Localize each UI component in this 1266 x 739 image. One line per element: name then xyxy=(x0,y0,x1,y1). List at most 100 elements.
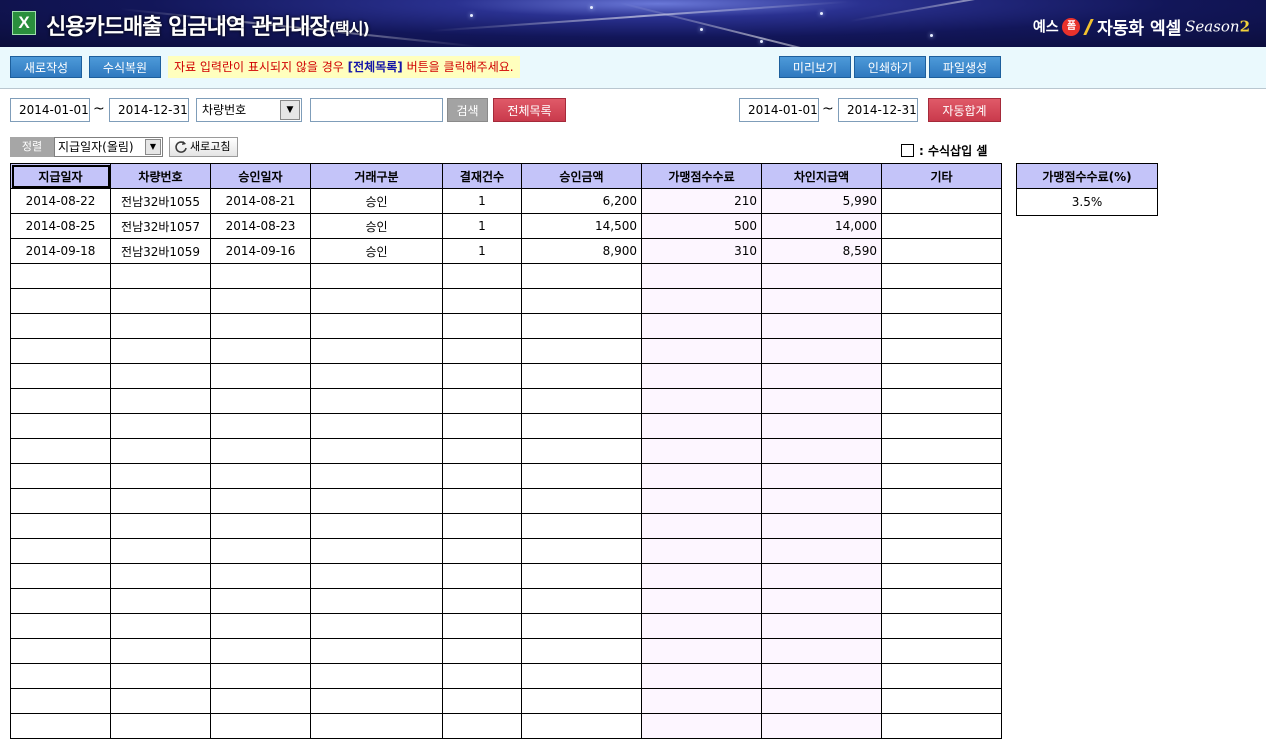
cell-approval-date[interactable] xyxy=(210,313,311,339)
cell-transaction-type[interactable] xyxy=(310,263,443,289)
cell-other[interactable] xyxy=(881,538,1002,564)
cell-other[interactable] xyxy=(881,688,1002,714)
cell-payment-date[interactable] xyxy=(10,438,111,464)
col-header-net-payment[interactable]: 차인지급액 xyxy=(761,163,882,189)
cell-transaction-type[interactable] xyxy=(310,563,443,589)
cell-payment-count[interactable] xyxy=(442,638,522,664)
cell-vehicle-number[interactable] xyxy=(110,613,211,639)
cell-vehicle-number[interactable] xyxy=(110,313,211,339)
cell-other[interactable] xyxy=(881,563,1002,589)
cell-transaction-type[interactable] xyxy=(310,288,443,314)
cell-payment-date[interactable] xyxy=(10,513,111,539)
cell-merchant-fee[interactable]: 500 xyxy=(641,213,762,239)
cell-payment-count[interactable]: 1 xyxy=(442,188,522,214)
cell-merchant-fee[interactable] xyxy=(641,538,762,564)
cell-vehicle-number[interactable]: 전남32바1055 xyxy=(110,188,211,214)
cell-payment-date[interactable]: 2014-08-25 xyxy=(10,213,111,239)
cell-transaction-type[interactable]: 승인 xyxy=(310,213,443,239)
cell-approved-amount[interactable]: 8,900 xyxy=(521,238,642,264)
cell-payment-date[interactable] xyxy=(10,613,111,639)
cell-approval-date[interactable] xyxy=(210,338,311,364)
cell-payment-count[interactable]: 1 xyxy=(442,213,522,239)
cell-approval-date[interactable] xyxy=(210,588,311,614)
cell-other[interactable] xyxy=(881,513,1002,539)
cell-merchant-fee[interactable] xyxy=(641,563,762,589)
cell-other[interactable] xyxy=(881,638,1002,664)
cell-approved-amount[interactable] xyxy=(521,288,642,314)
cell-payment-count[interactable] xyxy=(442,538,522,564)
cell-vehicle-number[interactable]: 전남32바1059 xyxy=(110,238,211,264)
col-header-payment-count[interactable]: 결재건수 xyxy=(442,163,522,189)
cell-merchant-fee[interactable] xyxy=(641,288,762,314)
cell-vehicle-number[interactable] xyxy=(110,463,211,489)
cell-approval-date[interactable] xyxy=(210,463,311,489)
fee-rate-value[interactable]: 3.5% xyxy=(1016,188,1158,216)
cell-payment-count[interactable] xyxy=(442,413,522,439)
cell-vehicle-number[interactable] xyxy=(110,663,211,689)
cell-vehicle-number[interactable] xyxy=(110,563,211,589)
cell-net-payment[interactable] xyxy=(761,313,882,339)
cell-payment-date[interactable]: 2014-09-18 xyxy=(10,238,111,264)
cell-vehicle-number[interactable] xyxy=(110,713,211,739)
cell-approved-amount[interactable] xyxy=(521,688,642,714)
cell-approval-date[interactable] xyxy=(210,663,311,689)
cell-transaction-type[interactable] xyxy=(310,688,443,714)
new-button[interactable]: 새로작성 xyxy=(10,56,82,78)
cell-transaction-type[interactable] xyxy=(310,713,443,739)
cell-net-payment[interactable] xyxy=(761,688,882,714)
cell-other[interactable] xyxy=(881,613,1002,639)
cell-payment-date[interactable] xyxy=(10,538,111,564)
cell-payment-date[interactable] xyxy=(10,288,111,314)
search-button[interactable]: 검색 xyxy=(447,98,488,122)
cell-approved-amount[interactable] xyxy=(521,538,642,564)
cell-other[interactable] xyxy=(881,263,1002,289)
cell-net-payment[interactable] xyxy=(761,463,882,489)
cell-vehicle-number[interactable] xyxy=(110,363,211,389)
cell-approved-amount[interactable] xyxy=(521,313,642,339)
cell-approved-amount[interactable] xyxy=(521,713,642,739)
cell-net-payment[interactable] xyxy=(761,263,882,289)
cell-transaction-type[interactable] xyxy=(310,488,443,514)
preview-button[interactable]: 미리보기 xyxy=(779,56,851,78)
cell-vehicle-number[interactable] xyxy=(110,413,211,439)
cell-payment-count[interactable] xyxy=(442,388,522,414)
cell-payment-date[interactable] xyxy=(10,413,111,439)
cell-merchant-fee[interactable] xyxy=(641,713,762,739)
cell-net-payment[interactable] xyxy=(761,638,882,664)
cell-merchant-fee[interactable]: 210 xyxy=(641,188,762,214)
cell-payment-count[interactable] xyxy=(442,513,522,539)
cell-net-payment[interactable]: 5,990 xyxy=(761,188,882,214)
cell-vehicle-number[interactable] xyxy=(110,388,211,414)
cell-other[interactable] xyxy=(881,588,1002,614)
cell-merchant-fee[interactable] xyxy=(641,663,762,689)
col-header-approval-date[interactable]: 승인일자 xyxy=(210,163,311,189)
cell-payment-date[interactable]: 2014-08-22 xyxy=(10,188,111,214)
dropdown-arrow-icon[interactable]: ▼ xyxy=(280,100,300,120)
cell-approved-amount[interactable] xyxy=(521,338,642,364)
cell-approved-amount[interactable] xyxy=(521,463,642,489)
cell-payment-count[interactable] xyxy=(442,688,522,714)
cell-net-payment[interactable]: 14,000 xyxy=(761,213,882,239)
cell-net-payment[interactable] xyxy=(761,413,882,439)
cell-approved-amount[interactable] xyxy=(521,638,642,664)
cell-vehicle-number[interactable] xyxy=(110,438,211,464)
cell-approved-amount[interactable] xyxy=(521,663,642,689)
cell-payment-date[interactable] xyxy=(10,638,111,664)
cell-net-payment[interactable] xyxy=(761,713,882,739)
dropdown-arrow-icon[interactable]: ▼ xyxy=(145,139,161,155)
cell-payment-date[interactable] xyxy=(10,488,111,514)
cell-merchant-fee[interactable] xyxy=(641,313,762,339)
cell-transaction-type[interactable] xyxy=(310,613,443,639)
cell-vehicle-number[interactable] xyxy=(110,488,211,514)
sort-select[interactable]: 지급일자(올림) ▼ xyxy=(54,137,163,157)
cell-approval-date[interactable] xyxy=(210,388,311,414)
cell-payment-count[interactable] xyxy=(442,563,522,589)
cell-transaction-type[interactable]: 승인 xyxy=(310,238,443,264)
sum-start-date-field[interactable]: 2014-01-01 xyxy=(739,98,819,122)
cell-merchant-fee[interactable] xyxy=(641,488,762,514)
cell-net-payment[interactable] xyxy=(761,388,882,414)
cell-merchant-fee[interactable] xyxy=(641,463,762,489)
cell-merchant-fee[interactable] xyxy=(641,363,762,389)
cell-net-payment[interactable] xyxy=(761,288,882,314)
cell-net-payment[interactable] xyxy=(761,538,882,564)
